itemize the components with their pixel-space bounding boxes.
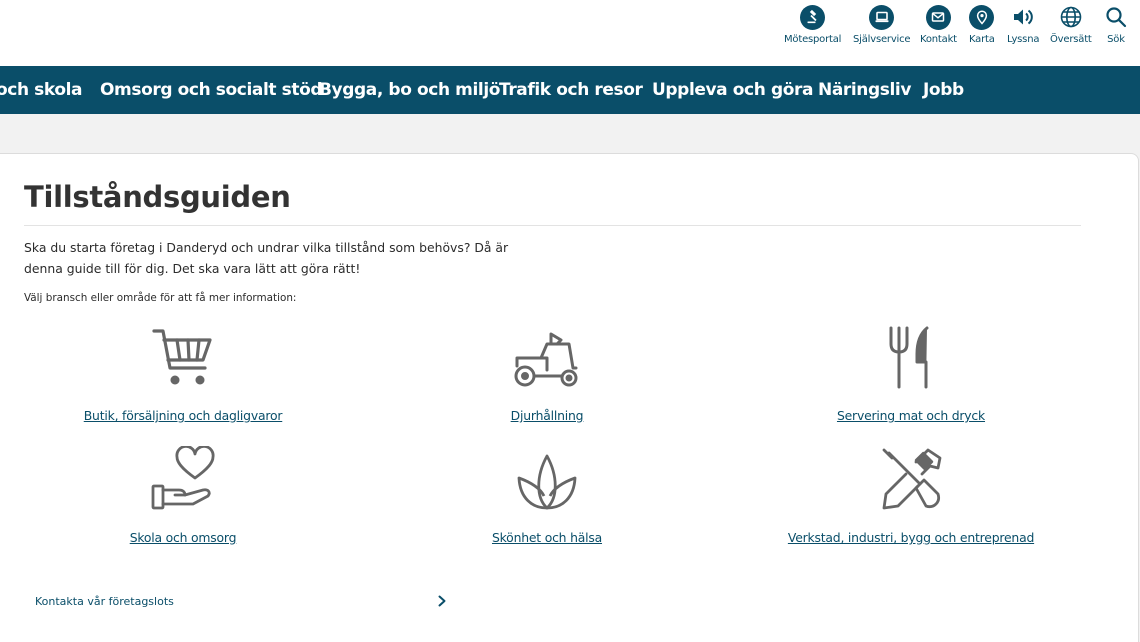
category-label: Butik, försäljning och dagligvaror: [83, 408, 283, 423]
category-skonhet[interactable]: Skönhet och hälsa: [447, 440, 647, 545]
nav-item-bygga[interactable]: Bygga, bo och miljö: [319, 66, 500, 114]
nav-item-uppleva[interactable]: Uppleva och göra: [652, 66, 813, 114]
category-verkstad[interactable]: Verkstad, industri, bygg och entreprenad: [771, 440, 1051, 545]
util-oversatt[interactable]: Översätt: [1050, 4, 1092, 45]
util-sok[interactable]: Sök: [1105, 4, 1127, 45]
contact-label: Kontakta vår företagslots: [35, 594, 174, 608]
lotus-icon: [516, 440, 578, 512]
hammer-screwdriver-icon: [880, 440, 942, 512]
category-djurhallning[interactable]: Djurhållning: [447, 318, 647, 423]
util-label: Sök: [1107, 34, 1125, 45]
category-label: Servering mat och dryck: [836, 408, 986, 423]
util-karta[interactable]: Karta: [969, 4, 995, 45]
nav-item-naringsliv[interactable]: Näringsliv: [818, 66, 911, 114]
utility-bar: Mötesportal Självservice Kontakt Karta L…: [0, 0, 1140, 66]
search-icon: [1105, 4, 1127, 30]
nav-item-trafik[interactable]: Trafik och resor: [499, 66, 643, 114]
category-label: Skönhet och hälsa: [491, 530, 603, 545]
nav-item-jobb[interactable]: Jobb: [923, 66, 964, 114]
heart-hand-icon: [151, 440, 215, 512]
page-title: Tillståndsguiden: [24, 180, 291, 214]
util-kontakt[interactable]: Kontakt: [920, 4, 957, 45]
main-nav: och skola Omsorg och socialt stöd Bygga,…: [0, 66, 1140, 114]
util-label: Mötesportal: [784, 34, 842, 45]
laptop-icon: [869, 4, 895, 30]
category-label: Skola och omsorg: [129, 530, 237, 545]
gavel-icon: [800, 4, 826, 30]
category-label: Djurhållning: [510, 408, 584, 423]
util-lyssna[interactable]: Lyssna: [1007, 4, 1039, 45]
contact-link[interactable]: Kontakta vår företagslots: [35, 590, 447, 612]
util-motesportal[interactable]: Mötesportal: [784, 4, 841, 45]
choose-label: Välj bransch eller område för att få mer…: [24, 292, 297, 304]
map-pin-icon: [969, 4, 995, 30]
category-label: Verkstad, industri, bygg och entreprenad: [787, 530, 1035, 545]
title-divider: [24, 225, 1081, 226]
category-skola-omsorg[interactable]: Skola och omsorg: [83, 440, 283, 545]
nav-item-skola[interactable]: och skola: [0, 66, 83, 114]
shopping-cart-icon: [151, 318, 215, 390]
util-sjalvservice[interactable]: Självservice: [853, 4, 911, 45]
util-label: Karta: [969, 34, 995, 45]
speaker-icon: [1011, 4, 1035, 30]
intro-text: Ska du starta företag i Danderyd och und…: [24, 240, 509, 276]
chevron-right-icon: [437, 592, 447, 611]
globe-icon: [1059, 4, 1083, 30]
mail-icon: [925, 4, 951, 30]
nav-item-omsorg[interactable]: Omsorg och socialt stöd: [100, 66, 323, 114]
util-label: Kontakt: [920, 34, 957, 45]
tractor-icon: [511, 318, 583, 390]
util-label: Lyssna: [1007, 34, 1040, 45]
fork-knife-icon: [887, 318, 935, 390]
util-label: Översätt: [1050, 34, 1092, 45]
util-label: Självservice: [853, 34, 911, 45]
category-butik[interactable]: Butik, försäljning och dagligvaror: [83, 318, 283, 423]
category-servering[interactable]: Servering mat och dryck: [811, 318, 1011, 423]
